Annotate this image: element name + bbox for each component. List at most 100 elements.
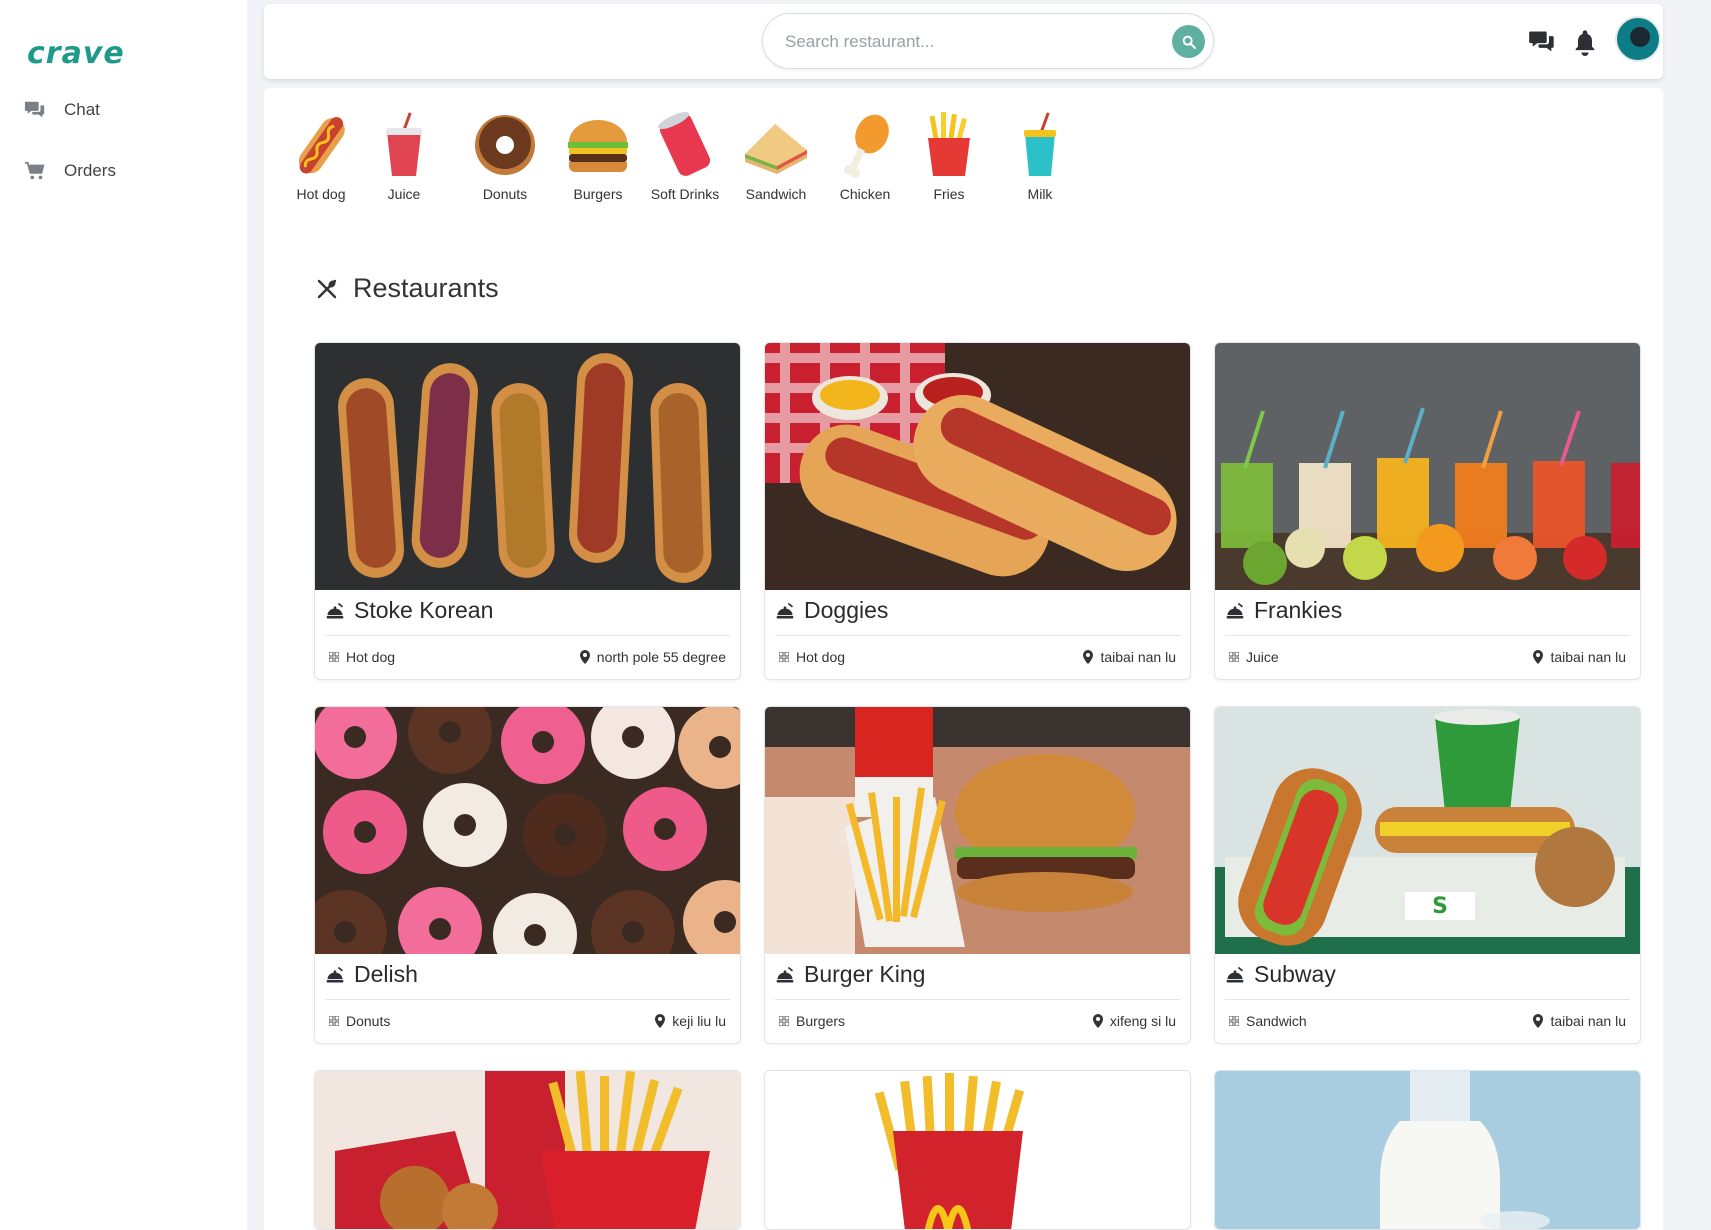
- restaurant-location: taibai nan lu: [1533, 649, 1626, 665]
- category-label: Milk: [1027, 186, 1053, 202]
- utensils-crossed-icon: [317, 279, 337, 298]
- juice-cup-icon: [386, 112, 422, 176]
- category-label: Hot dog: [296, 186, 346, 202]
- restaurant-name: Stoke Korean: [325, 597, 493, 624]
- soda-can-icon: [658, 112, 711, 176]
- restaurant-meta: Hot dog taibai nan lu: [779, 649, 1176, 665]
- restaurant-name: Doggies: [775, 597, 888, 624]
- bell-icon[interactable]: [1571, 28, 1599, 56]
- map-pin-icon: [1092, 1014, 1103, 1028]
- restaurant-name: Subway: [1225, 961, 1336, 988]
- restaurant-photo: [765, 707, 1190, 954]
- map-pin-icon: [1083, 650, 1094, 664]
- category-juice[interactable]: Juice: [359, 110, 449, 202]
- map-pin-icon: [1533, 1014, 1544, 1028]
- sidebar: crave Chat Orders: [0, 0, 247, 1230]
- category-label: Chicken: [839, 186, 891, 202]
- hotdog-icon: [298, 117, 345, 174]
- search-box: [762, 13, 1214, 69]
- category-fries[interactable]: Fries: [904, 110, 994, 202]
- card-divider: [325, 635, 730, 636]
- restaurant-location: north pole 55 degree: [579, 649, 726, 665]
- restaurant-location: keji liu lu: [655, 1013, 726, 1029]
- restaurant-card[interactable]: Delish Donuts keji liu lu: [314, 706, 741, 1044]
- category-soft-drinks[interactable]: Soft Drinks: [640, 110, 730, 202]
- cloche-icon: [1226, 966, 1244, 982]
- grid-icon: [1229, 1016, 1239, 1026]
- card-divider: [325, 999, 730, 1000]
- restaurants-heading: Restaurants: [315, 273, 499, 304]
- category-sandwich[interactable]: Sandwich: [731, 110, 821, 202]
- category-burgers[interactable]: Burgers: [553, 110, 643, 202]
- category-label: Donuts: [482, 186, 528, 202]
- restaurant-card[interactable]: Frankies Juice taibai nan lu: [1214, 342, 1641, 680]
- search-input[interactable]: [785, 28, 1145, 56]
- category-label: Juice: [387, 186, 421, 202]
- restaurant-name: Delish: [325, 961, 418, 988]
- category-chicken[interactable]: Chicken: [820, 110, 910, 202]
- restaurant-card[interactable]: [314, 1070, 741, 1230]
- restaurant-category: Juice: [1229, 649, 1279, 665]
- category-label: Sandwich: [745, 186, 807, 202]
- app-logo[interactable]: crave: [27, 36, 125, 71]
- category-milk[interactable]: Milk: [995, 110, 1085, 202]
- restaurant-photo: [1215, 343, 1640, 590]
- top-bar: [264, 4, 1663, 79]
- restaurant-meta: Hot dog north pole 55 degree: [329, 649, 726, 665]
- restaurant-meta: Juice taibai nan lu: [1229, 649, 1626, 665]
- category-label: Soft Drinks: [650, 186, 720, 202]
- sidebar-item-orders[interactable]: Orders: [24, 160, 116, 182]
- restaurant-meta: Burgers xifeng si lu: [779, 1013, 1176, 1029]
- category-donuts[interactable]: Donuts: [460, 110, 550, 202]
- grid-icon: [329, 1016, 339, 1026]
- restaurant-card[interactable]: [764, 1070, 1191, 1230]
- restaurant-card[interactable]: S Subway Sandwich taibai nan lu: [1214, 706, 1641, 1044]
- cloche-icon: [1226, 602, 1244, 618]
- restaurant-card[interactable]: [1214, 1070, 1641, 1230]
- svg-text:S: S: [1432, 894, 1448, 919]
- avatar[interactable]: [1615, 16, 1661, 62]
- restaurant-category: Hot dog: [779, 649, 845, 665]
- map-pin-icon: [579, 650, 590, 664]
- sidebar-item-chat[interactable]: Chat: [24, 99, 100, 121]
- search-button[interactable]: [1172, 25, 1205, 58]
- restaurant-card[interactable]: Doggies Hot dog taibai nan lu: [764, 342, 1191, 680]
- grid-icon: [779, 1016, 789, 1026]
- main-content: Hot dog Juice Donuts Burgers Soft Drinks…: [264, 88, 1663, 1230]
- restaurant-location: xifeng si lu: [1092, 1013, 1176, 1029]
- restaurant-card[interactable]: Burger King Burgers xifeng si lu: [764, 706, 1191, 1044]
- milk-cup-icon: [1024, 112, 1056, 176]
- sidebar-item-label: Chat: [64, 100, 100, 119]
- restaurant-photo: [765, 1071, 1190, 1229]
- sidebar-item-label: Orders: [64, 161, 116, 180]
- sandwich-icon: [745, 124, 807, 174]
- card-divider: [1225, 999, 1630, 1000]
- restaurant-location: taibai nan lu: [1083, 649, 1176, 665]
- card-divider: [1225, 635, 1630, 636]
- restaurant-category: Sandwich: [1229, 1013, 1307, 1029]
- chat-bubbles-icon: [24, 101, 45, 118]
- section-title: Restaurants: [353, 273, 499, 303]
- category-hot-dog[interactable]: Hot dog: [276, 110, 366, 202]
- map-pin-icon: [1533, 650, 1544, 664]
- cloche-icon: [776, 602, 794, 618]
- map-pin-icon: [655, 1014, 666, 1028]
- restaurant-photo: [315, 343, 740, 590]
- chat-bubbles-icon[interactable]: [1528, 28, 1556, 56]
- restaurant-name: Frankies: [1225, 597, 1342, 624]
- category-label: Fries: [933, 186, 965, 202]
- restaurant-photo: [315, 707, 740, 954]
- restaurant-card[interactable]: Stoke Korean Hot dog north pole 55 degre…: [314, 342, 741, 680]
- restaurant-meta: Sandwich taibai nan lu: [1229, 1013, 1626, 1029]
- restaurant-category: Hot dog: [329, 649, 395, 665]
- restaurant-photo: [765, 343, 1190, 590]
- restaurant-category: Burgers: [779, 1013, 845, 1029]
- restaurant-name: Burger King: [775, 961, 925, 988]
- cart-icon: [24, 161, 45, 180]
- category-label: Burgers: [573, 186, 623, 202]
- cloche-icon: [326, 966, 344, 982]
- cloche-icon: [776, 966, 794, 982]
- restaurant-photo: S: [1215, 707, 1640, 954]
- card-divider: [775, 999, 1180, 1000]
- donut-icon: [475, 115, 535, 175]
